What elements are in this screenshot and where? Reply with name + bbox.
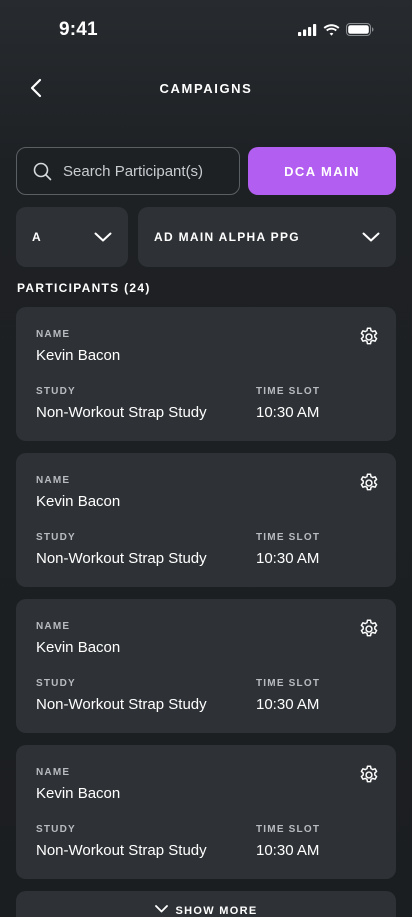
participant-time-slot: 10:30 AM [256, 696, 320, 713]
participant-study: Non-Workout Strap Study [36, 696, 207, 713]
participant-name: Kevin Bacon [36, 639, 121, 656]
chevron-down-icon [154, 905, 168, 913]
participant-card[interactable]: NAME Kevin Bacon STUDY Non-Workout Strap… [16, 599, 396, 733]
status-icons [298, 23, 374, 36]
cellular-signal-icon [298, 23, 317, 36]
chevron-down-icon [362, 232, 380, 242]
name-label: NAME [36, 475, 71, 486]
study-label: STUDY [36, 532, 76, 543]
time-slot-label: TIME SLOT [256, 824, 321, 835]
participant-study: Non-Workout Strap Study [36, 550, 207, 567]
participant-card[interactable]: NAME Kevin Bacon STUDY Non-Workout Strap… [16, 453, 396, 587]
search-field[interactable] [16, 147, 240, 195]
participant-time-slot: 10:30 AM [256, 550, 320, 567]
chevron-down-icon [94, 232, 112, 242]
study-label: STUDY [36, 386, 76, 397]
time-slot-label: TIME SLOT [256, 386, 321, 397]
name-label: NAME [36, 767, 71, 778]
show-more-label: SHOW MORE [175, 905, 258, 917]
dca-main-button[interactable]: DCA MAIN [248, 147, 396, 195]
wifi-icon [323, 23, 340, 36]
participant-time-slot: 10:30 AM [256, 842, 320, 859]
search-icon [33, 162, 52, 180]
participant-name: Kevin Bacon [36, 347, 121, 364]
name-label: NAME [36, 621, 71, 632]
time-slot-label: TIME SLOT [256, 678, 321, 689]
name-label: NAME [36, 329, 71, 340]
study-label: STUDY [36, 824, 76, 835]
campaigns-screen: 9:41 CAMPAIGNS Search Participant(s) DCA… [0, 0, 412, 917]
battery-icon [346, 23, 374, 36]
participant-card[interactable]: NAME Kevin Bacon STUDY Non-Workout Strap… [16, 745, 396, 879]
participant-name: Kevin Bacon [36, 785, 121, 802]
status-bar: 9:41 [0, 0, 412, 60]
show-more-button[interactable]: SHOW MORE [16, 891, 396, 917]
gear-icon[interactable] [358, 472, 380, 494]
time-slot-label: TIME SLOT [256, 532, 321, 543]
participant-list: NAME Kevin Bacon STUDY Non-Workout Strap… [16, 307, 396, 891]
gear-icon[interactable] [358, 618, 380, 640]
gear-icon[interactable] [358, 326, 380, 348]
search-input[interactable] [63, 162, 213, 180]
campaign-select[interactable]: AD MAIN ALPHA PPG [138, 207, 396, 267]
participant-study: Non-Workout Strap Study [36, 404, 207, 421]
participant-name: Kevin Bacon [36, 493, 121, 510]
page-title: CAMPAIGNS [159, 81, 253, 96]
participant-card[interactable]: NAME Kevin Bacon STUDY Non-Workout Strap… [16, 307, 396, 441]
participants-heading: PARTICIPANTS (24) [17, 281, 151, 295]
status-time: 9:41 [59, 19, 98, 40]
participant-time-slot: 10:30 AM [256, 404, 320, 421]
gear-icon[interactable] [358, 764, 380, 786]
group-select-value: A [32, 230, 42, 244]
campaign-select-value: AD MAIN ALPHA PPG [154, 230, 300, 244]
group-select[interactable]: A [16, 207, 128, 267]
participant-study: Non-Workout Strap Study [36, 842, 207, 859]
study-label: STUDY [36, 678, 76, 689]
